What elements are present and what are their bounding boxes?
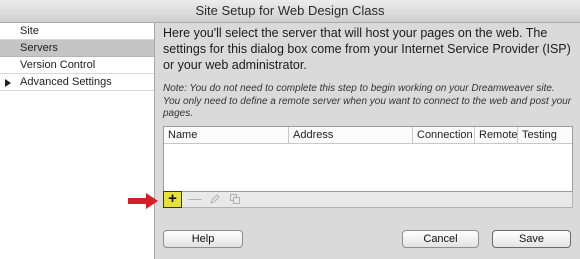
sidebar-item-advanced-settings[interactable]: Advanced Settings	[0, 74, 154, 91]
help-button[interactable]: Help	[163, 230, 243, 248]
disclosure-triangle-icon[interactable]	[5, 79, 11, 87]
table-header: Name Address Connection Remote Testing	[164, 127, 572, 144]
sidebar-item-label: Advanced Settings	[20, 76, 112, 88]
sidebar-item-label: Servers	[20, 42, 58, 54]
servers-table[interactable]: Name Address Connection Remote Testing	[163, 126, 573, 192]
pencil-icon[interactable]	[206, 191, 224, 207]
column-header-connection[interactable]: Connection	[412, 127, 474, 143]
note-text: Note: You do not need to complete this s…	[163, 83, 572, 119]
cancel-button[interactable]: Cancel	[402, 230, 479, 248]
duplicate-icon[interactable]	[226, 191, 244, 207]
sidebar-item-label: Version Control	[20, 59, 96, 71]
sidebar-item-site[interactable]: Site	[0, 23, 154, 40]
sidebar-item-servers[interactable]: Servers	[0, 40, 154, 57]
servers-panel: Here you'll select the server that will …	[163, 25, 573, 121]
column-header-address[interactable]: Address	[288, 127, 412, 143]
intro-text: Here you'll select the server that will …	[163, 26, 571, 72]
column-header-testing[interactable]: Testing	[517, 127, 572, 143]
sidebar: Site Servers Version Control Advanced Se…	[0, 23, 155, 259]
sidebar-item-version-control[interactable]: Version Control	[0, 57, 154, 74]
site-setup-dialog: Site Setup for Web Design Class Site Ser…	[0, 0, 580, 259]
sidebar-item-label: Site	[20, 25, 39, 37]
window-title: Site Setup for Web Design Class	[0, 0, 580, 23]
column-header-name[interactable]: Name	[164, 127, 288, 143]
table-toolbar: + —	[163, 191, 573, 208]
red-arrow-icon	[128, 193, 158, 209]
save-button[interactable]: Save	[492, 230, 571, 248]
remove-server-button[interactable]: —	[186, 191, 204, 207]
add-server-button[interactable]: +	[163, 191, 182, 208]
column-header-remote[interactable]: Remote	[474, 127, 518, 143]
